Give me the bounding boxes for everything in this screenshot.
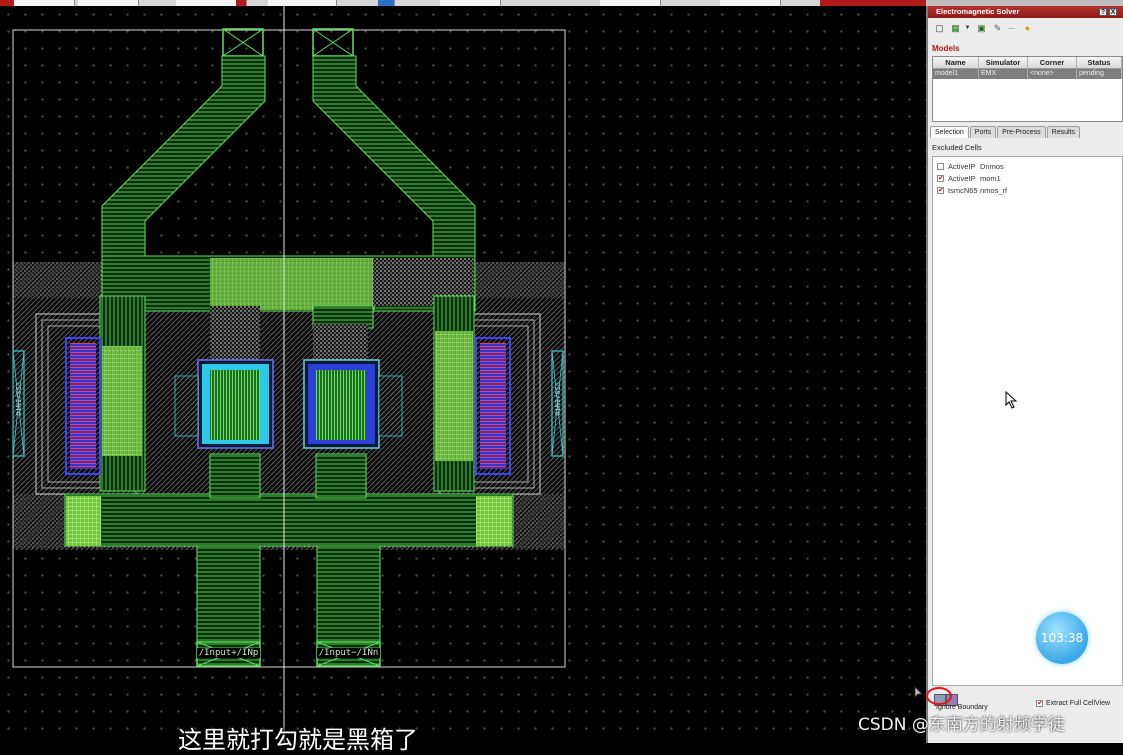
left-transistor[interactable] [197,359,274,449]
tab-selection[interactable]: Selection [930,126,969,138]
cell-status: pending [1077,69,1122,79]
wand-icon[interactable]: ✎ [992,23,1003,34]
models-table-header: Name Simulator Corner Status [933,57,1122,69]
list-item[interactable]: ActiveIP Dnmos [933,160,1122,172]
checkbox[interactable]: ✔ [937,186,944,194]
delete-icon[interactable]: ─ [1006,23,1017,34]
top-left-pad [222,28,264,57]
models-label: Models [932,44,960,53]
table-row[interactable]: model1 EMX <none> pending [933,69,1122,79]
em-solver-panel: Electromagnetic Solver ? X ▢ ▦ ▼ ▣ ✎ ─ ●… [926,6,1123,743]
cell-name: nmos_rf [980,185,1008,195]
cell-name: Dnmos [980,161,1004,171]
right-transistor[interactable] [303,359,380,449]
cell-lib: ActiveIP [948,173,976,183]
pin-left-side[interactable]: VSS/INTO [14,382,22,416]
panel-tabs: Selection Ports Pre-Process Results [930,126,1081,138]
excluded-cells-label: Excluded Cells [932,143,982,152]
clock-badge: 103:38 [1036,612,1088,664]
panel-toolbar: ▢ ▦ ▼ ▣ ✎ ─ ● [928,18,1123,40]
dropdown-icon[interactable]: ▼ [962,23,973,34]
col-status[interactable]: Status [1077,57,1122,68]
cell-name: model1 [933,69,979,79]
mouse-cursor-icon [1005,391,1018,409]
tab-ports[interactable]: Ports [969,126,997,138]
help-button[interactable]: ? [1099,8,1107,16]
checkbox[interactable]: ✔ [937,174,944,182]
cell-corner: <none> [1028,69,1077,79]
pin-input-plus[interactable]: /Input+/INp [197,648,260,658]
checkbox[interactable] [937,162,944,170]
small-cursor-icon [914,686,923,698]
list-item[interactable]: ✔ tsmcN65 nmos_rf [933,184,1122,196]
panel-title-bar: Electromagnetic Solver ? X [928,6,1123,18]
models-table[interactable]: Name Simulator Corner Status model1 EMX … [932,56,1123,122]
list-item[interactable]: ✔ ActiveIP mom1 [933,172,1122,184]
extract-full-label: Extract Full CellView [1046,700,1111,707]
tab-pre-process[interactable]: Pre-Process [997,126,1046,138]
cell-lib: tsmcN65 [948,185,978,195]
top-right-pad [312,28,354,57]
csdn-watermark: CSDN @东南方的射频学徒 [858,715,1065,735]
extract-full-checkbox[interactable]: ✔ [1036,700,1043,707]
pin-input-minus[interactable]: /Input−/INn [317,648,380,658]
cell-lib: ActiveIP [948,161,976,171]
layout-drawing[interactable] [0,6,926,743]
cell-simulator: EMX [979,69,1028,79]
video-subtitle: 这里就打勾就是黑箱了 [178,726,418,754]
highlight-circle [926,687,952,705]
save-icon[interactable]: ▣ [976,23,987,34]
pin-right-side[interactable]: VSS/INTO [553,382,561,416]
excel-icon[interactable]: ▦ [950,23,961,34]
excluded-cells-list[interactable]: ActiveIP Dnmos ✔ ActiveIP mom1 ✔ tsmcN65… [932,156,1123,686]
new-icon[interactable]: ▢ [934,23,945,34]
layout-canvas[interactable]: /Input+/INp /Input−/INn VSS/INTO VSS/INT… [0,6,926,743]
col-name[interactable]: Name [933,57,979,68]
cell-name: mom1 [980,173,1001,183]
extract-full-cellview-option[interactable]: ✔ Extract Full CellView [1036,700,1110,707]
panel-title: Electromagnetic Solver [936,7,1020,16]
close-button[interactable]: X [1109,8,1117,16]
help-icon[interactable]: ● [1022,23,1033,34]
col-corner[interactable]: Corner [1028,57,1077,68]
col-simulator[interactable]: Simulator [979,57,1028,68]
tab-results[interactable]: Results [1046,126,1080,138]
